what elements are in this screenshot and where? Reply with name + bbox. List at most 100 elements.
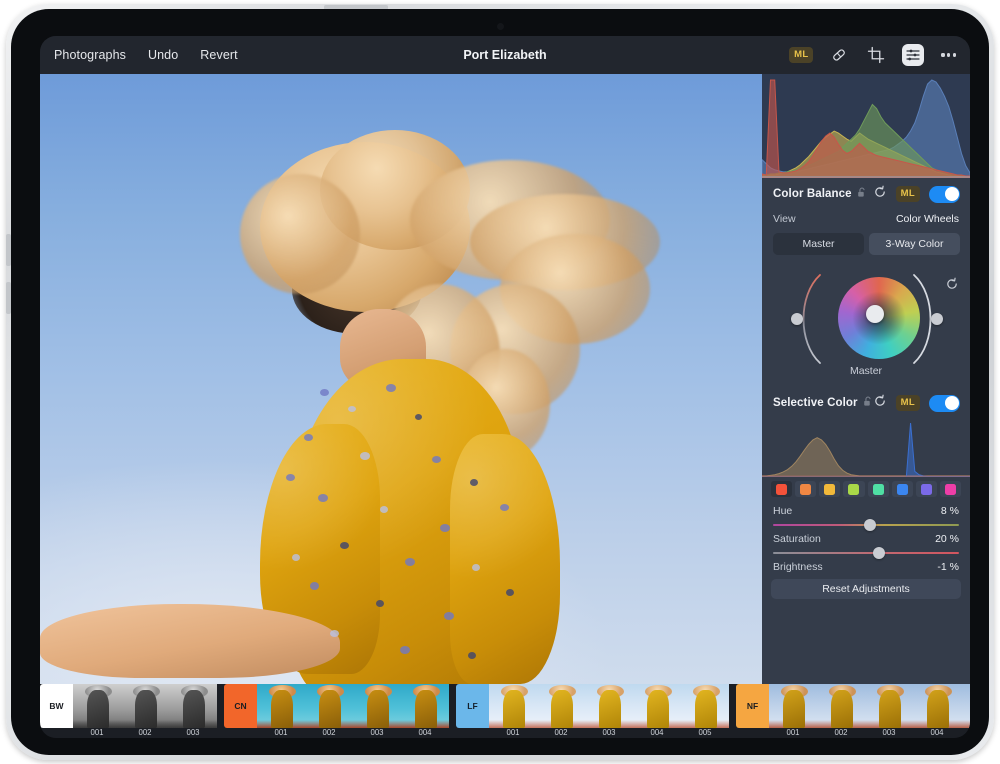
swatch-chip-blue (897, 484, 908, 495)
filmstrip-thumbnail[interactable]: 005 (681, 684, 729, 728)
segment-3way-color[interactable]: 3-Way Color (869, 233, 960, 255)
thumbnail-image (353, 684, 401, 728)
reset-icon[interactable] (873, 394, 887, 413)
swatch-green[interactable] (868, 481, 889, 497)
color-balance-controls: ML (873, 185, 960, 204)
adjustments-panel: Color Balance (762, 74, 970, 684)
slider-track-hue[interactable] (773, 519, 959, 531)
filmstrip-group-label-bw[interactable]: BW (40, 684, 73, 728)
filmstrip-group-label-cn[interactable]: CN (224, 684, 257, 728)
thumbnail-number: 001 (489, 728, 537, 737)
filmstrip-thumbnail[interactable]: 002 (537, 684, 585, 728)
thumbnail-number: 004 (633, 728, 681, 737)
filmstrip-thumbnail[interactable]: 002 (121, 684, 169, 728)
thumbnail-number: 001 (73, 728, 121, 737)
swatch-chartreuse[interactable] (843, 481, 864, 497)
thumbnail-number: 004 (913, 728, 961, 737)
filmstrip-group-label-nf[interactable]: NF (736, 684, 769, 728)
more-options-icon[interactable] (939, 49, 958, 60)
color-wheel-reset-icon[interactable] (945, 277, 959, 296)
slider-knob-hue[interactable] (864, 519, 876, 531)
filmstrip-group-label-lf[interactable]: LF (456, 684, 489, 728)
swatch-chip-yellow (824, 484, 835, 495)
reset-adjustments-button[interactable]: Reset Adjustments (771, 579, 961, 599)
undo-button[interactable]: Undo (148, 48, 178, 62)
thumbnail-number: 005 (681, 728, 729, 737)
revert-button[interactable]: Revert (200, 48, 237, 62)
thumbnail-number: 003 (353, 728, 401, 737)
thumbnail-number: 003 (169, 728, 217, 737)
color-balance-header: Color Balance (762, 178, 970, 210)
slider-hue: Hue8 % (762, 503, 970, 531)
unlocked-padlock-icon[interactable] (857, 185, 867, 203)
right-arc-knob[interactable] (931, 313, 943, 325)
left-arc-knob[interactable] (791, 313, 803, 325)
filmstrip-group-bw: BW001002003 (40, 684, 217, 728)
top-toolbar: Photographs Undo Revert Port Elizabeth M… (40, 36, 970, 74)
unlocked-padlock-icon[interactable] (863, 394, 873, 412)
view-value[interactable]: Color Wheels (896, 213, 959, 225)
filmstrip-thumbnail[interactable]: 004 (913, 684, 961, 728)
slider-value-brightness: -1 % (937, 561, 959, 573)
filmstrip-group-lf: LF001002003004005 (456, 684, 729, 728)
adjustments-icon[interactable] (902, 44, 924, 66)
color-wheel-area: Master (762, 255, 970, 387)
swatch-blue[interactable] (892, 481, 913, 497)
left-arc-slider[interactable] (788, 269, 828, 374)
crop-icon[interactable] (865, 44, 887, 66)
thumbnail-number: 003 (865, 728, 913, 737)
thumbnail-image (401, 684, 449, 728)
filmstrip-thumbnail[interactable]: 001 (257, 684, 305, 728)
thumbnail-number: 002 (305, 728, 353, 737)
filmstrip-thumbnail[interactable]: 002 (817, 684, 865, 728)
swatch-magenta[interactable] (940, 481, 961, 497)
segment-master[interactable]: Master (773, 233, 864, 255)
ml-badge[interactable]: ML (896, 395, 920, 411)
color-wheel-knob[interactable] (866, 305, 884, 323)
reset-icon[interactable] (873, 185, 887, 204)
thumbnail-number: 003 (585, 728, 633, 737)
heal-brush-icon[interactable] (828, 44, 850, 66)
slider-label-brightness: Brightness (773, 561, 823, 573)
slider-label-saturation: Saturation (773, 533, 821, 545)
filmstrip-thumbnail[interactable]: 003 (169, 684, 217, 728)
rgb-histogram-svg (762, 74, 970, 178)
filmstrip-thumbnail[interactable]: 005 (961, 684, 970, 728)
filmstrip-thumbnail[interactable]: 003 (353, 684, 401, 728)
ml-badge[interactable]: ML (789, 47, 813, 63)
filmstrip-thumbnail[interactable]: 002 (305, 684, 353, 728)
filmstrip-thumbnail[interactable]: 003 (585, 684, 633, 728)
photographs-button[interactable]: Photographs (54, 48, 126, 62)
swatch-red[interactable] (771, 481, 792, 497)
slider-value-hue: 8 % (941, 505, 959, 517)
slider-track-saturation[interactable] (773, 547, 959, 559)
filmstrip[interactable]: BW001002003CN001002003004LF0010020030040… (40, 684, 970, 738)
color-swatch-row (762, 477, 970, 503)
slider-knob-saturation[interactable] (873, 547, 885, 559)
color-wheel-label: Master (762, 365, 970, 377)
slider-bar (773, 552, 959, 554)
thumbnail-image (681, 684, 729, 728)
filmstrip-thumbnail[interactable]: 001 (73, 684, 121, 728)
rgb-histogram (762, 74, 970, 178)
ml-badge[interactable]: ML (896, 186, 920, 202)
swatch-chip-chartreuse (848, 484, 859, 495)
filmstrip-thumbnail[interactable]: 001 (769, 684, 817, 728)
slider-value-saturation: 20 % (935, 533, 959, 545)
selective-color-toggle[interactable] (929, 395, 960, 412)
filmstrip-thumbnail[interactable]: 003 (865, 684, 913, 728)
color-balance-toggle[interactable] (929, 186, 960, 203)
thumbnail-image (305, 684, 353, 728)
thumbnail-image (73, 684, 121, 728)
photo-canvas[interactable] (40, 74, 762, 684)
selective-color-header: Selective Color (762, 387, 970, 419)
swatch-purple[interactable] (916, 481, 937, 497)
slider-header: Saturation 20 % (773, 533, 959, 545)
swatch-yellow[interactable] (819, 481, 840, 497)
filmstrip-thumbnail[interactable]: 004 (633, 684, 681, 728)
swatch-orange[interactable] (795, 481, 816, 497)
thumbnail-image (585, 684, 633, 728)
thumbnail-number: 002 (121, 728, 169, 737)
filmstrip-thumbnail[interactable]: 001 (489, 684, 537, 728)
filmstrip-thumbnail[interactable]: 004 (401, 684, 449, 728)
